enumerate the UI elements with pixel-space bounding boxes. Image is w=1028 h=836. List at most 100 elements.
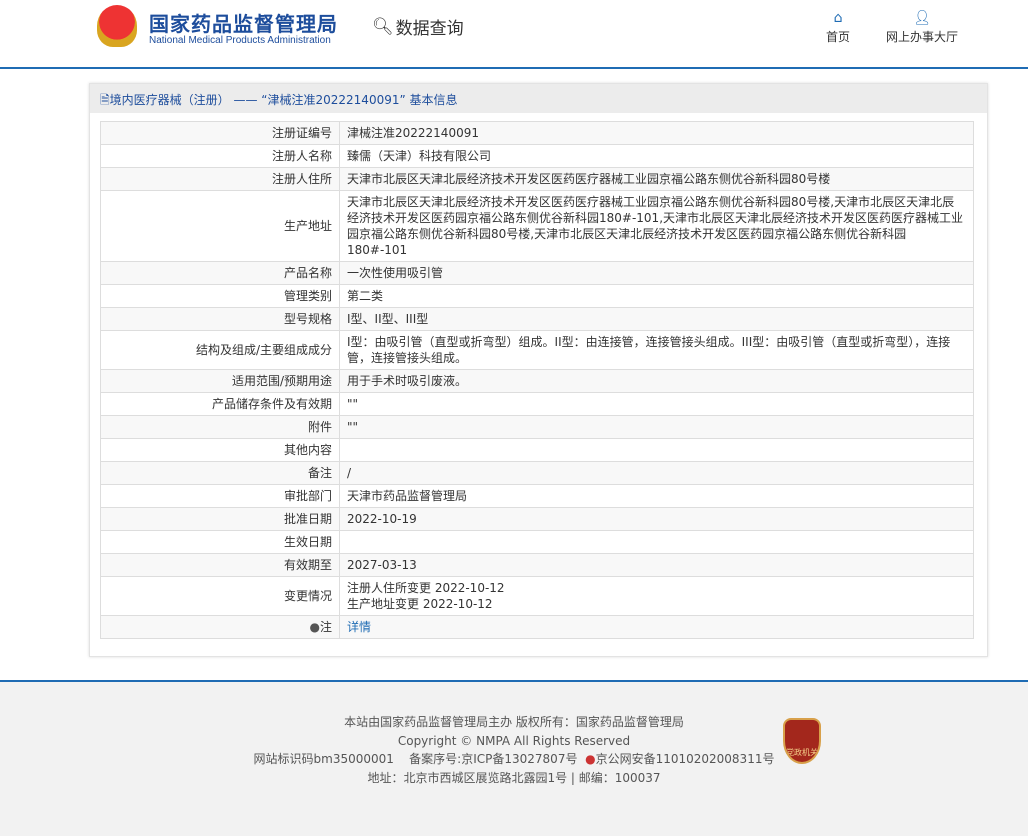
field-value: 第二类: [339, 284, 974, 308]
field-label-text: 变更情况: [283, 589, 332, 603]
field-label: 其他内容: [100, 438, 340, 462]
field-value-text: 用于手术时吸引废液。: [347, 374, 468, 388]
table-row: 生产地址 天津市北辰区天津北辰经济技术开发区医药医疗器械工业园京福公路东侧优谷新科…: [100, 190, 974, 262]
field-label-text: 适用范围/预期用途: [231, 374, 332, 388]
table-row: 注册人名称 臻儒（天津）科技有限公司: [100, 144, 974, 168]
field-label-text: 注册证编号: [271, 126, 332, 140]
field-label: 注册人名称: [100, 144, 340, 168]
field-value: [339, 530, 974, 554]
nav-online-hall[interactable]: 👤︎ 网上办事大厅: [886, 10, 958, 45]
site-id: 网站标识码bm35000001: [253, 752, 394, 766]
table-row: 型号规格 I型、II型、III型: [100, 307, 974, 331]
nav-home[interactable]: ⌂ 首页: [826, 10, 850, 45]
field-value-text: /: [347, 466, 352, 480]
site-header: 国家药品监督管理局 National Medical Products Admi…: [0, 0, 1028, 69]
field-label: 型号规格: [100, 307, 340, 331]
table-row: 产品储存条件及有效期 "": [100, 392, 974, 416]
party-government-badge[interactable]: 党政机关: [783, 718, 821, 764]
document-search-icon: 🔍︎: [372, 16, 394, 37]
field-label: 适用范围/预期用途: [100, 369, 340, 393]
table-row: 管理类别 第二类: [100, 284, 974, 308]
field-value: 臻儒（天津）科技有限公司: [339, 144, 974, 168]
field-label: 生产地址: [100, 190, 340, 262]
details-link[interactable]: 详情: [347, 620, 371, 634]
table-row: 适用范围/预期用途 用于手术时吸引废液。: [100, 369, 974, 393]
field-value: I型：由吸引管（直型或折弯型）组成。II型：由连接管，连接管接头组成。III型：…: [339, 330, 974, 370]
field-label-text: 型号规格: [283, 312, 332, 326]
field-value-text: 天津市北辰区天津北辰经济技术开发区医药医疗器械工业园京福公路东侧优谷新科园80号…: [347, 195, 964, 257]
field-label: 生效日期: [100, 530, 340, 554]
field-label: 批准日期: [100, 507, 340, 531]
field-label: 有效期至: [100, 553, 340, 577]
table-row: 结构及组成/主要组成成分 I型：由吸引管（直型或折弯型）组成。II型：由连接管，连…: [100, 330, 974, 370]
table-row: 注册证编号 津械注准20222140091: [100, 121, 974, 145]
field-value: "": [339, 415, 974, 439]
field-value-text: I型：由吸引管（直型或折弯型）组成。II型：由连接管，连接管接头组成。III型：…: [347, 335, 951, 365]
field-value-text: I型、II型、III型: [347, 312, 429, 326]
field-value: /: [339, 461, 974, 485]
field-label-text: 附件: [307, 420, 332, 434]
field-label-text: 审批部门: [283, 489, 332, 503]
field-label: 变更情况: [100, 576, 340, 616]
police-link[interactable]: 京公网安备11010202008311号: [596, 752, 775, 766]
field-value: [339, 438, 974, 462]
field-label-text: 产品名称: [283, 266, 332, 280]
field-value: 津械注准20222140091: [339, 121, 974, 145]
footer-address: 地址：北京市西城区展览路北露园1号 | 邮编：100037: [367, 770, 661, 785]
field-label: 管理类别: [100, 284, 340, 308]
document-icon: 🗎: [100, 93, 110, 107]
field-value-text: "": [347, 397, 359, 411]
field-label: 审批部门: [100, 484, 340, 508]
field-value: 2027-03-13: [339, 553, 974, 577]
field-label-text: 注册人名称: [271, 149, 332, 163]
site-footer: 本站由国家药品监督管理局主办 版权所有：国家药品监督管理局 Copyright …: [0, 680, 1028, 836]
footer-registration: 网站标识码bm35000001 备案序号:京ICP备13027807号 ●京公网…: [0, 750, 1028, 769]
field-value-text: 第二类: [347, 289, 384, 303]
nav-label: 网上办事大厅: [886, 30, 959, 44]
field-value: 注册人住所变更 2022-10-12 生产地址变更 2022-10-12: [339, 576, 974, 616]
field-value-text: 注册人住所变更 2022-10-12: [347, 581, 505, 595]
table-row: 其他内容: [100, 438, 974, 462]
pin-icon: ●: [309, 620, 320, 634]
field-value-text: 一次性使用吸引管: [347, 266, 444, 280]
field-label-text: 备注: [307, 466, 332, 480]
field-label: 注册人住所: [100, 167, 340, 191]
user-icon: 👤︎: [913, 10, 931, 26]
panel-title: 🗎境内医疗器械（注册） —— “津械注准20222140091” 基本信息: [90, 84, 987, 113]
field-value-text: 生产地址变更 2022-10-12: [347, 597, 493, 611]
section-title: 数据查询: [395, 19, 464, 39]
home-icon: ⌂: [833, 10, 843, 26]
table-row: 有效期至 2027-03-13: [100, 553, 974, 577]
detail-panel: 🗎境内医疗器械（注册） —— “津械注准20222140091” 基本信息 注册…: [89, 83, 988, 657]
panel-title-text: 境内医疗器械（注册） —— “津械注准20222140091” 基本信息: [109, 93, 458, 107]
table-row: 产品名称 一次性使用吸引管: [100, 261, 974, 285]
table-row: 备注 /: [100, 461, 974, 485]
field-value: 天津市北辰区天津北辰经济技术开发区医药医疗器械工业园京福公路东侧优谷新科园80号…: [339, 167, 974, 191]
footer-host: 本站由国家药品监督管理局主办 版权所有：国家药品监督管理局: [344, 715, 684, 729]
field-value: 详情: [339, 615, 974, 639]
field-value-text: 津械注准20222140091: [347, 126, 479, 140]
field-label-text: 有效期至: [283, 558, 332, 572]
field-label: 备注: [100, 461, 340, 485]
badge-text: 党政机关: [786, 748, 818, 757]
icp-link[interactable]: 备案序号:京ICP备13027807号: [409, 752, 577, 766]
field-label-text: 产品储存条件及有效期: [211, 397, 332, 411]
field-label: 结构及组成/主要组成成分: [100, 330, 340, 370]
field-label: ●注: [100, 615, 340, 639]
field-value: 天津市药品监督管理局: [339, 484, 974, 508]
field-value-text: "": [347, 420, 359, 434]
table-row: 生效日期: [100, 530, 974, 554]
field-label-text: 管理类别: [283, 289, 332, 303]
field-label: 产品储存条件及有效期: [100, 392, 340, 416]
police-badge-icon: ●: [585, 752, 596, 766]
field-label-text: 其他内容: [283, 443, 332, 457]
site-name-en: National Medical Products Administration: [149, 35, 331, 46]
field-value: 用于手术时吸引废液。: [339, 369, 974, 393]
field-value-text: 臻儒（天津）科技有限公司: [347, 149, 492, 163]
table-row: 附件 "": [100, 415, 974, 439]
field-label-text: 注: [319, 620, 332, 634]
field-label: 注册证编号: [100, 121, 340, 145]
field-value: 一次性使用吸引管: [339, 261, 974, 285]
footer-copyright: Copyright © NMPA All Rights Reserved: [397, 733, 631, 748]
field-value-text: 2027-03-13: [347, 558, 417, 572]
